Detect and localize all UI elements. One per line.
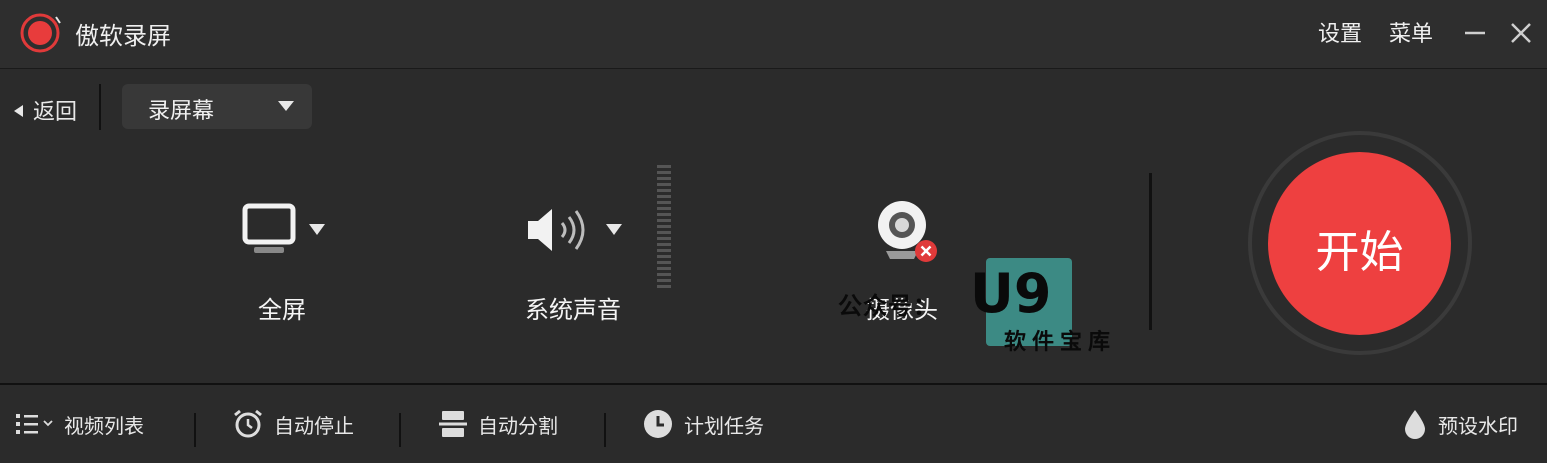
preset-watermark-label: 预设水印 — [1438, 413, 1518, 438]
auto-stop-label: 自动停止 — [274, 413, 354, 438]
start-record-button[interactable]: 开始 — [1268, 152, 1451, 335]
audio-source-label: 系统声音 — [525, 296, 621, 324]
screen-source-label: 全屏 — [258, 296, 306, 324]
alarm-icon — [234, 409, 262, 438]
divider — [604, 413, 606, 447]
video-list-label: 视频列表 — [64, 413, 144, 438]
screen-dropdown-icon[interactable] — [309, 224, 325, 235]
video-list-button[interactable]: 视频列表 — [14, 385, 144, 463]
watermark-subtitle: 软件宝库 — [1004, 330, 1117, 355]
audio-level-meter — [657, 165, 671, 291]
minimize-icon[interactable] — [1460, 18, 1490, 48]
record-mode-select[interactable]: 录屏幕 — [122, 84, 312, 129]
overlay-watermark: 公众号： U9 软件宝库 — [838, 258, 1128, 358]
watermark-prefix: 公众号： — [838, 292, 938, 320]
audio-dropdown-icon[interactable] — [606, 224, 622, 235]
preset-watermark-button[interactable]: 预设水印 — [1402, 385, 1518, 463]
auto-split-button[interactable]: 自动分割 — [438, 385, 558, 463]
schedule-task-label: 计划任务 — [684, 413, 764, 438]
list-icon — [16, 414, 53, 434]
divider — [1149, 173, 1152, 330]
back-label: 返回 — [33, 100, 78, 125]
start-record-label: 开始 — [1315, 227, 1404, 278]
schedule-task-button[interactable]: 计划任务 — [642, 385, 764, 463]
split-icon — [439, 411, 467, 437]
divider — [194, 413, 196, 447]
chevron-down-icon — [278, 101, 294, 111]
watermark-brand: U9 — [970, 262, 1052, 325]
auto-split-label: 自动分割 — [478, 413, 558, 438]
back-button[interactable]: 返回 — [14, 94, 77, 126]
speaker-icon — [528, 209, 585, 251]
title-bar: 傲软录屏 设置 菜单 — [0, 0, 1547, 69]
bottom-bar: 视频列表 自动停止 自动分割 计划任务 预设水印 — [0, 383, 1547, 463]
clock-icon — [644, 410, 672, 438]
audio-source-button[interactable]: 系统声音 — [490, 135, 650, 335]
auto-stop-button[interactable]: 自动停止 — [232, 385, 354, 463]
divider — [99, 84, 101, 130]
drop-icon — [1405, 410, 1425, 439]
record-mode-value: 录屏幕 — [148, 99, 215, 124]
close-icon[interactable] — [1506, 18, 1536, 48]
monitor-icon — [242, 203, 296, 253]
app-title: 傲软录屏 — [75, 22, 171, 50]
divider — [399, 413, 401, 447]
menu-button[interactable]: 菜单 — [1389, 16, 1433, 48]
settings-button[interactable]: 设置 — [1318, 16, 1362, 48]
back-arrow-icon — [14, 105, 23, 117]
logo-icon — [20, 13, 61, 53]
screen-source-button[interactable]: 全屏 — [200, 135, 380, 335]
